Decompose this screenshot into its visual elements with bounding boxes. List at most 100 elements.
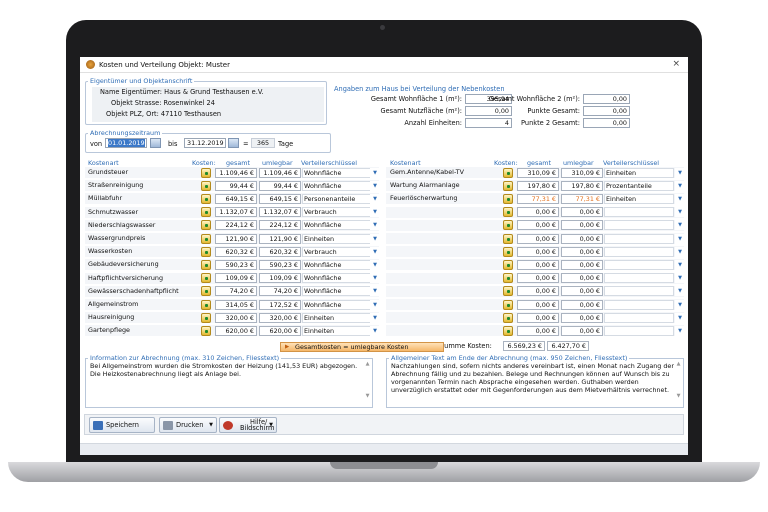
date-from-field[interactable]: 01.01.2019 — [105, 138, 147, 148]
cost-type-name[interactable]: Hausreinigung — [88, 312, 134, 323]
chevron-down-icon[interactable]: ▼ — [675, 193, 685, 204]
allocation-key-select[interactable]: Einheiten — [302, 312, 376, 323]
chevron-down-icon[interactable]: ▼ — [370, 259, 380, 270]
allocation-key-select[interactable] — [604, 259, 674, 270]
cost-type-name[interactable]: Gewässerschadenhaftpflicht — [88, 286, 179, 297]
edit-cost-icon[interactable] — [201, 246, 211, 257]
cost-type-name[interactable]: Allgemeinstrom — [88, 299, 138, 310]
chevron-down-icon[interactable]: ▼ — [675, 325, 685, 336]
amount-allocatable-field[interactable]: 1.132,07 € — [259, 207, 301, 218]
amount-allocatable-field[interactable]: 0,00 € — [561, 299, 603, 310]
amount-total-field[interactable]: 620,32 € — [215, 246, 257, 257]
amount-allocatable-field[interactable]: 0,00 € — [561, 259, 603, 270]
edit-cost-icon[interactable] — [201, 325, 211, 336]
cost-type-name[interactable]: Haftpflichtversicherung — [88, 273, 163, 284]
chevron-down-icon[interactable]: ▼ — [675, 233, 685, 244]
amount-total-field[interactable]: 0,00 € — [517, 220, 559, 231]
cost-type-name[interactable]: Müllabfuhr — [88, 193, 122, 204]
amount-total-field[interactable]: 74,20 € — [215, 286, 257, 297]
amount-total-field[interactable]: 314,05 € — [215, 299, 257, 310]
edit-cost-icon[interactable] — [503, 233, 513, 244]
amount-total-field[interactable]: 121,90 € — [215, 233, 257, 244]
edit-cost-icon[interactable] — [201, 193, 211, 204]
edit-cost-icon[interactable] — [503, 246, 513, 257]
date-to-field[interactable]: 31.12.2019 — [184, 138, 226, 148]
points1-field[interactable]: 0,00 — [583, 106, 630, 116]
amount-allocatable-field[interactable]: 0,00 € — [561, 286, 603, 297]
chevron-down-icon[interactable]: ▼ — [370, 180, 380, 191]
edit-cost-icon[interactable] — [201, 259, 211, 270]
amount-allocatable-field[interactable]: 1.109,46 € — [259, 167, 301, 178]
edit-cost-icon[interactable] — [503, 180, 513, 191]
allocation-key-select[interactable] — [604, 286, 674, 297]
allocation-key-select[interactable]: Einheiten — [302, 233, 376, 244]
amount-total-field[interactable]: 0,00 € — [517, 325, 559, 336]
amount-allocatable-field[interactable]: 0,00 € — [561, 273, 603, 284]
amount-allocatable-field[interactable]: 620,00 € — [259, 325, 301, 336]
edit-cost-icon[interactable] — [503, 220, 513, 231]
allocation-key-select[interactable]: Einheiten — [604, 167, 674, 178]
allocation-key-select[interactable]: Einheiten — [604, 193, 674, 204]
amount-allocatable-field[interactable]: 0,00 € — [561, 325, 603, 336]
allocation-key-select[interactable] — [604, 233, 674, 244]
allocation-key-select[interactable]: Wohnfläche — [302, 259, 376, 270]
general-textarea[interactable]: Nachzahlungen sind, sofern nichts andere… — [386, 358, 684, 408]
edit-cost-icon[interactable] — [503, 193, 513, 204]
allocation-key-select[interactable]: Verbrauch — [302, 246, 376, 257]
edit-cost-icon[interactable] — [201, 207, 211, 218]
amount-allocatable-field[interactable]: 109,09 € — [259, 273, 301, 284]
chevron-down-icon[interactable]: ▼ — [675, 259, 685, 270]
amount-total-field[interactable]: 0,00 € — [517, 286, 559, 297]
amount-allocatable-field[interactable]: 649,15 € — [259, 193, 301, 204]
amount-allocatable-field[interactable]: 310,09 € — [561, 167, 603, 178]
allocation-key-select[interactable]: Wohnfläche — [302, 299, 376, 310]
amount-total-field[interactable]: 0,00 € — [517, 299, 559, 310]
allocation-key-select[interactable]: Einheiten — [302, 325, 376, 336]
info-textarea[interactable]: Bei Allgemeinstrom wurden die Stromkoste… — [85, 358, 373, 408]
allocation-key-select[interactable] — [604, 207, 674, 218]
edit-cost-icon[interactable] — [201, 312, 211, 323]
edit-cost-icon[interactable] — [503, 273, 513, 284]
amount-total-field[interactable]: 320,00 € — [215, 312, 257, 323]
amount-total-field[interactable]: 649,15 € — [215, 193, 257, 204]
amount-allocatable-field[interactable]: 77,31 € — [561, 193, 603, 204]
edit-cost-icon[interactable] — [503, 312, 513, 323]
chevron-down-icon[interactable]: ▼ — [675, 207, 685, 218]
allocation-key-select[interactable]: Wohnfläche — [302, 167, 376, 178]
amount-allocatable-field[interactable]: 121,90 € — [259, 233, 301, 244]
edit-cost-icon[interactable] — [201, 220, 211, 231]
amount-total-field[interactable]: 310,09 € — [517, 167, 559, 178]
chevron-down-icon[interactable]: ▼ — [370, 246, 380, 257]
amount-total-field[interactable]: 224,12 € — [215, 220, 257, 231]
cost-type-name[interactable]: Gebäudeversicherung — [88, 259, 159, 270]
edit-cost-icon[interactable] — [201, 167, 211, 178]
amount-allocatable-field[interactable]: 590,23 € — [259, 259, 301, 270]
amount-total-field[interactable]: 0,00 € — [517, 233, 559, 244]
allocation-key-select[interactable]: Wohnfläche — [302, 286, 376, 297]
allocation-key-select[interactable]: Wohnfläche — [302, 180, 376, 191]
chevron-down-icon[interactable]: ▼ — [370, 167, 380, 178]
allocation-key-select[interactable] — [604, 220, 674, 231]
amount-total-field[interactable]: 0,00 € — [517, 312, 559, 323]
chevron-down-icon[interactable]: ▼ — [675, 299, 685, 310]
allocation-key-select[interactable] — [604, 246, 674, 257]
general-scrollbar[interactable]: ▲ ▼ — [675, 360, 682, 406]
chevron-down-icon[interactable]: ▼ — [675, 286, 685, 297]
edit-cost-icon[interactable] — [201, 233, 211, 244]
chevron-down-icon[interactable]: ▼ — [675, 273, 685, 284]
chevron-down-icon[interactable]: ▼ — [675, 246, 685, 257]
chevron-down-icon[interactable]: ▼ — [675, 180, 685, 191]
help-button[interactable]: Hilfe/ Bildschirm ▼ — [219, 417, 277, 433]
chevron-down-icon[interactable]: ▼ — [370, 286, 380, 297]
cost-type-name[interactable]: Schmutzwasser — [88, 207, 138, 218]
set-umlegbar-button[interactable]: Gesamtkosten = umlegbare Kosten — [280, 342, 444, 352]
chevron-down-icon[interactable]: ▼ — [370, 299, 380, 310]
edit-cost-icon[interactable] — [503, 325, 513, 336]
amount-total-field[interactable]: 77,31 € — [517, 193, 559, 204]
amount-total-field[interactable]: 109,09 € — [215, 273, 257, 284]
save-button[interactable]: Speichern — [89, 417, 155, 433]
cost-type-name[interactable]: Straßenreinigung — [88, 180, 143, 191]
amount-allocatable-field[interactable]: 320,00 € — [259, 312, 301, 323]
chevron-down-icon[interactable]: ▼ — [675, 167, 685, 178]
amount-allocatable-field[interactable]: 172,52 € — [259, 299, 301, 310]
